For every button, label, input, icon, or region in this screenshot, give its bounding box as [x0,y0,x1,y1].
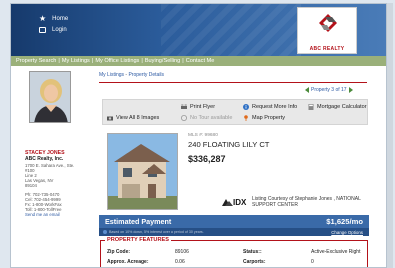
property-pager: Property 3 of 17 [305,87,353,93]
print-flyer-label: Print Flyer [190,104,216,110]
agent-email-link[interactable]: Send me an email [25,212,60,217]
view-all-images-button[interactable]: View All 8 Images [107,115,159,121]
listing-courtesy: Listing Courtesy of Stephanie Jones , NA… [252,196,361,208]
mls-value: 99680 [204,133,218,138]
info-icon [243,104,249,110]
mortgage-calculator-label: Mortgage Calculator [317,104,367,110]
menu-separator: | [91,58,94,64]
agent-sidebar: STACEY JONES ABC Realty, Inc. 1700 E. Sa… [11,66,99,267]
scrollbar[interactable] [387,3,393,268]
map-property-label: Map Property [252,115,286,121]
map-pin-icon [244,115,248,121]
map-property-button[interactable]: Map Property [243,115,285,121]
divider [99,82,367,83]
tour-icon [181,115,187,121]
menu-item-contact-me[interactable]: Contact Me [186,58,215,64]
header-pattern [161,4,301,56]
feature-label: Zip Code: [107,249,131,255]
feature-label: Status:: [243,249,262,255]
logo-house-icon [319,14,337,32]
payment-note: Based on 10% down, 5% interest over a pe… [103,230,204,234]
feature-value: Active-Exclusive Right [311,249,361,255]
nav-login[interactable]: Login [39,27,67,33]
pager-text: Property 3 of 17 [311,87,347,93]
view-all-images-label: View All 8 Images [116,115,160,121]
payment-details-bar: Based on 10% down, 5% interest over a pe… [99,228,369,236]
request-info-button[interactable]: Request More Info [243,104,297,110]
estimated-payment-bar: Estimated Payment $1,625/mo [99,215,369,228]
nav-login-label: Login [52,27,67,33]
estimated-payment-amount: $1,625/mo [326,217,363,226]
main-content: My Listings - Property Details Property … [99,66,386,267]
mls-label: MLS #: [188,133,204,138]
idx-logo: IDX [222,196,250,207]
logo-text: ABC REALTY [309,46,345,52]
company-logo[interactable]: ABC REALTY [297,7,357,54]
virtual-tour-label: No Tour available [190,115,233,121]
menu-item-my-office-listings[interactable]: My Office Listings [95,58,139,64]
features-title: PROPERTY FEATURES [105,237,171,243]
menu-separator: | [141,58,143,64]
change-options-link[interactable]: Change Options [331,230,363,235]
agent-company: ABC Realty, Inc. [25,156,64,162]
printer-icon [181,104,187,109]
nav-home-label: Home [52,15,69,22]
property-photo[interactable] [107,133,178,210]
feature-value: 0 [311,259,314,265]
menu-separator: | [182,58,184,64]
nav-home[interactable]: ★ Home [39,14,69,23]
property-price: $336,287 [188,154,226,164]
star-icon: ★ [39,14,47,23]
request-info-label: Request More Info [252,104,298,110]
header-banner: ★ Home Login ABC REALTY [11,4,386,56]
mortgage-calculator-button[interactable]: Mortgage Calculator [308,104,367,110]
menu-separator: | [58,58,60,64]
breadcrumb-my-listings[interactable]: My Listings [99,72,124,78]
property-toolbar: Print Flyer Request More Info Mortgage C… [102,99,368,125]
feature-value: 0.06 [175,259,185,265]
menu-item-property-search[interactable]: Property Search [16,58,56,64]
print-flyer-button[interactable]: Print Flyer [181,104,215,110]
agent-address-line: 89104 [25,183,37,188]
feature-label: Approx. Acreage: [107,259,149,265]
estimated-payment-label: Estimated Payment [105,217,172,226]
agent-photo [29,71,71,123]
payment-note-text: Based on 10% down, 5% interest over a pe… [109,230,204,234]
idx-text: IDX [233,198,247,206]
previous-arrow-icon[interactable] [305,87,309,93]
main-menu: Property Search | My Listings | My Offic… [11,56,386,66]
feature-value: 89106 [175,249,189,255]
feature-label: Carports: [243,259,266,265]
breadcrumb-separator: - [125,72,128,78]
breadcrumb: My Listings - Property Details [99,72,164,78]
next-arrow-icon[interactable] [348,87,353,93]
calculator-icon [308,104,314,110]
virtual-tour-button: No Tour available [181,115,232,121]
menu-item-my-listings[interactable]: My Listings [62,58,90,64]
login-icon [39,27,46,33]
page-frame: ★ Home Login ABC REALTY Property Search … [10,3,387,268]
mls-number: MLS #: 99680 [188,133,218,138]
breadcrumb-current: Property Details [128,72,165,78]
property-address: 240 FLOATING LILY CT [188,140,270,149]
menu-item-buying-selling[interactable]: Buying/Selling [145,58,180,64]
camera-icon [107,116,113,121]
property-features: PROPERTY FEATURES Zip Code: 89106 Status… [100,237,368,267]
info-dot-icon [103,230,107,234]
